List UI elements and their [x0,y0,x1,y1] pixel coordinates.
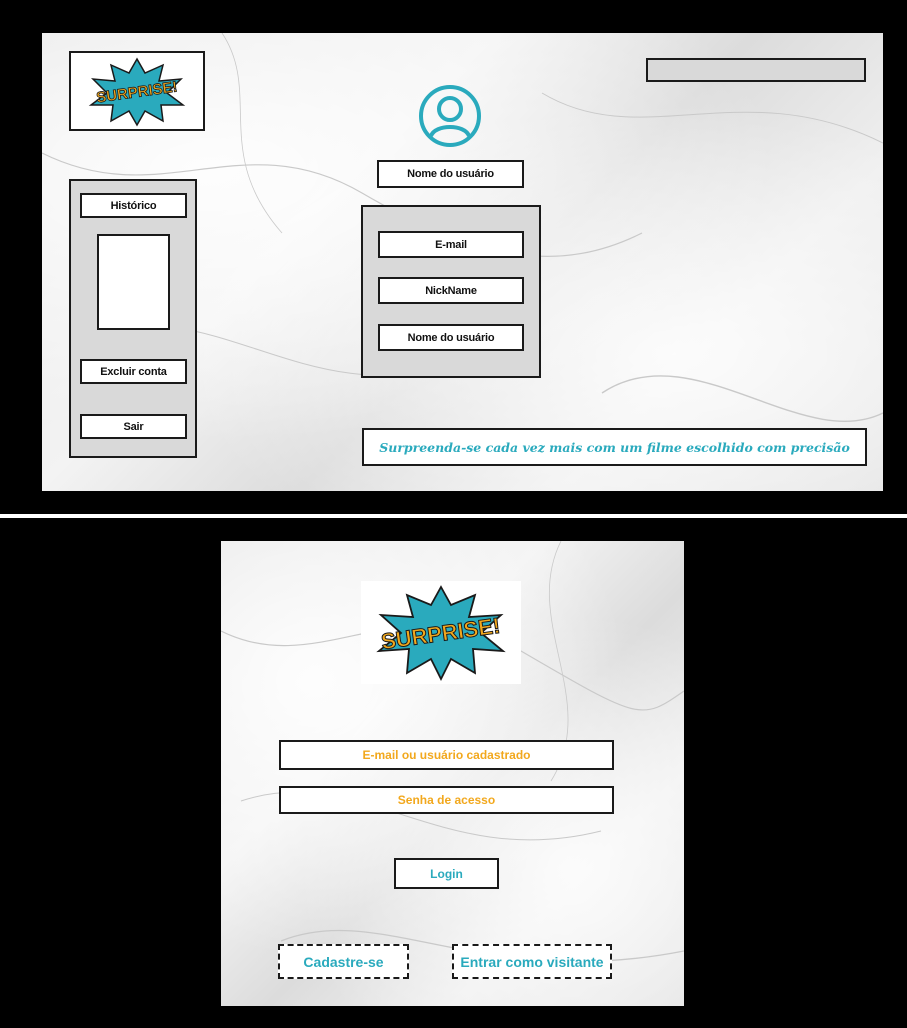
username-label: Nome do usuário [377,160,524,188]
tagline: Surpreenda-se cada vez mais com um filme… [362,428,867,466]
divider [0,514,907,518]
info-panel: E-mail NickName Nome do usuário [361,205,541,378]
login-screen: SURPRISE! E-mail ou usuário cadastrado S… [221,541,684,1006]
nickname-field[interactable]: NickName [378,277,524,304]
profile-screen: SURPRISE! Nome do usuário Histórico Excl… [42,33,883,491]
logo: SURPRISE! [361,581,521,684]
user-circle-icon[interactable] [418,84,482,148]
logout-button[interactable]: Sair [80,414,187,439]
history-button[interactable]: Histórico [80,193,187,218]
surprise-logo-icon: SURPRISE! [376,585,506,682]
search-input[interactable] [646,58,866,82]
guest-button[interactable]: Entrar como visitante [452,944,612,979]
email-input[interactable]: E-mail ou usuário cadastrado [279,740,614,770]
password-input[interactable]: Senha de acesso [279,786,614,814]
delete-account-button[interactable]: Excluir conta [80,359,187,384]
login-button[interactable]: Login [394,858,499,889]
sidebar-panel: Histórico Excluir conta Sair [69,179,197,458]
email-field[interactable]: E-mail [378,231,524,258]
history-list [97,234,170,330]
username-field[interactable]: Nome do usuário [378,324,524,351]
surprise-logo-icon: SURPRISE! [88,57,186,127]
signup-button[interactable]: Cadastre-se [278,944,409,979]
logo: SURPRISE! [69,51,205,131]
